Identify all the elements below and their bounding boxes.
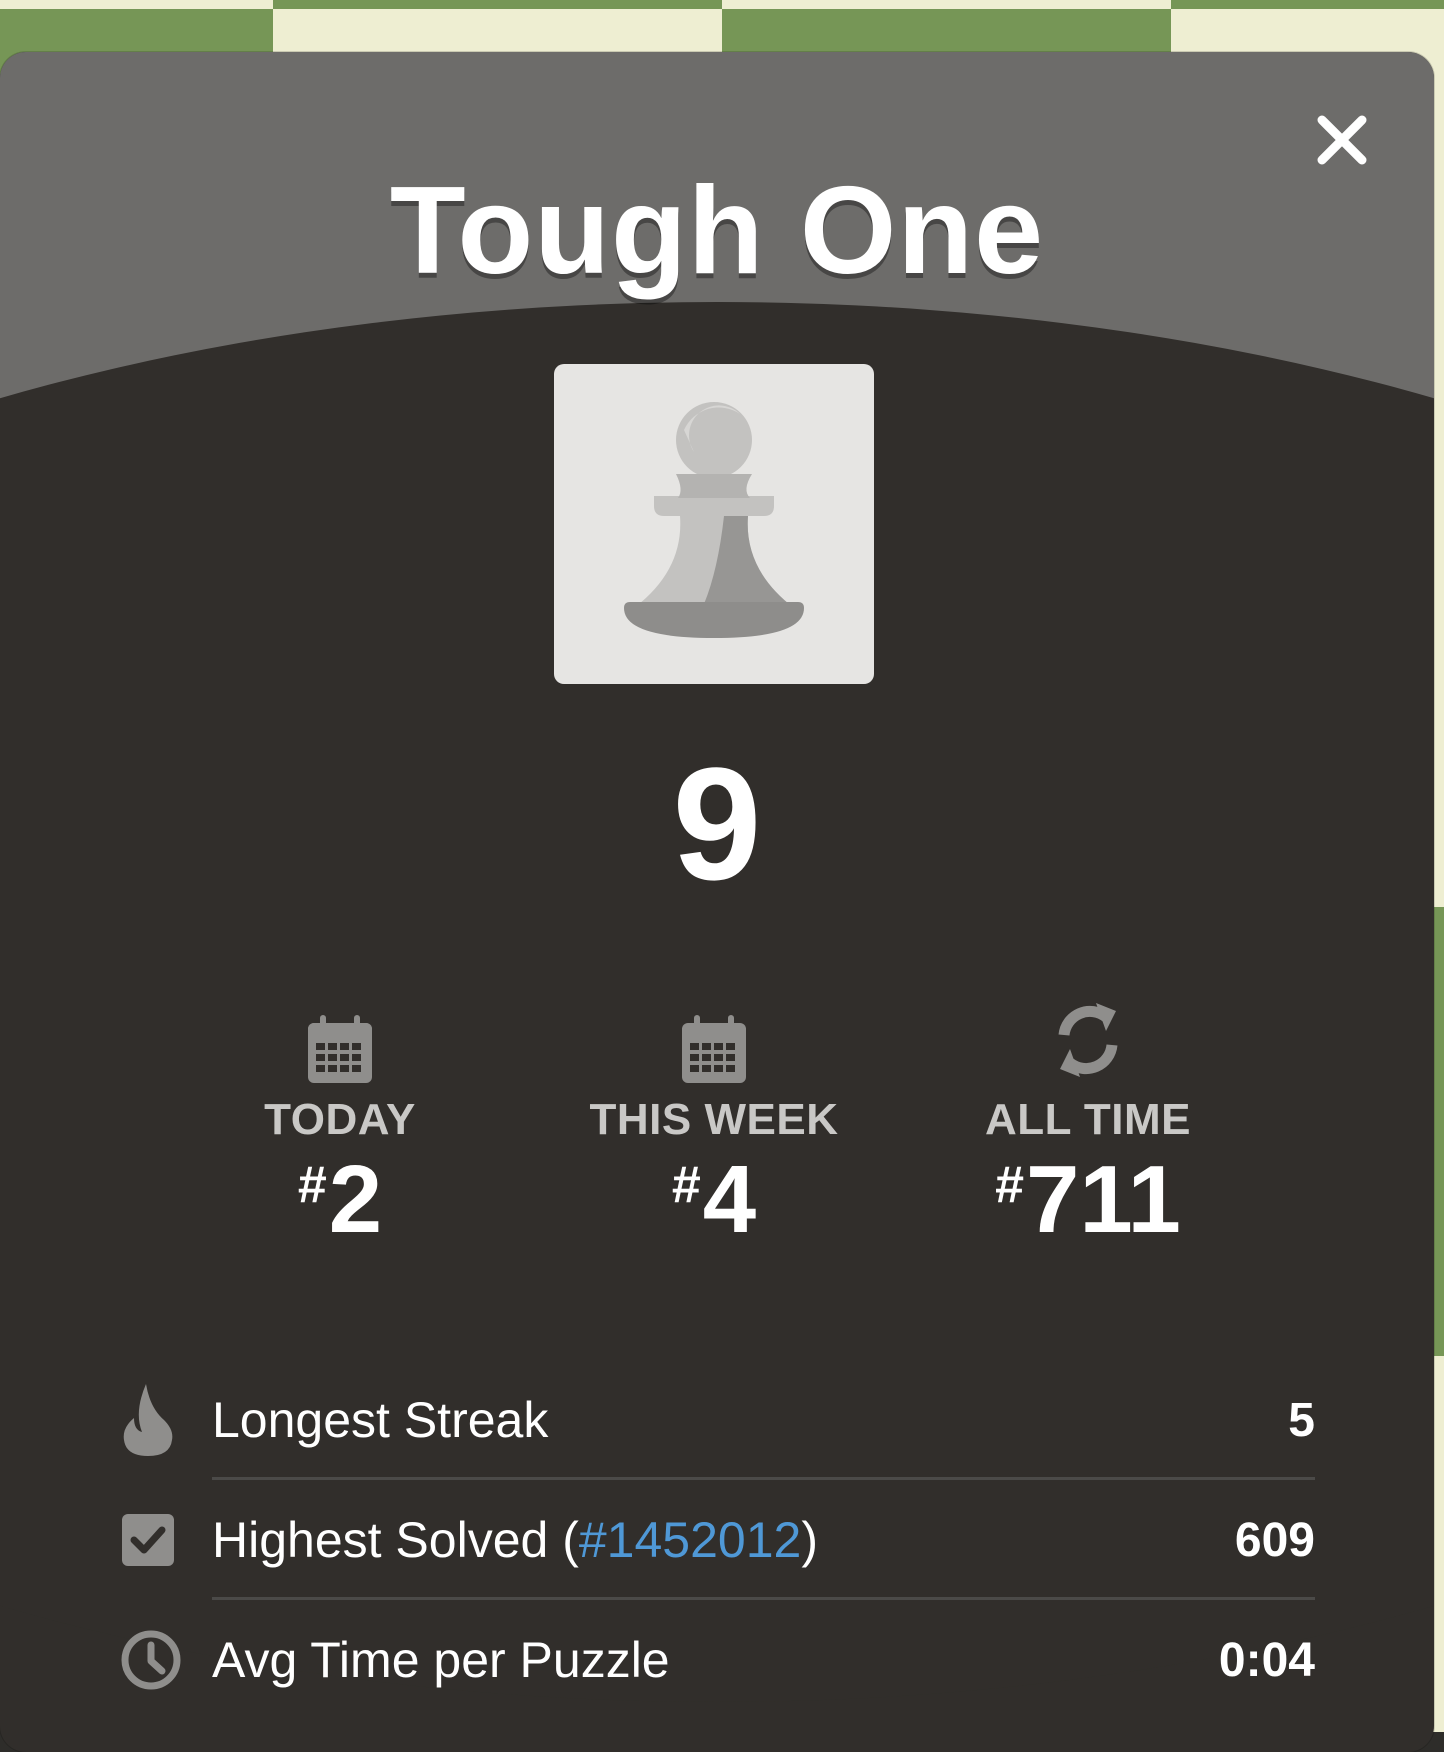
period-label: THIS WEEK [589, 1095, 839, 1144]
close-icon [1317, 115, 1367, 165]
checkbox-icon [122, 1514, 174, 1566]
flame-icon [123, 1384, 173, 1456]
stat-label: Longest Streak [212, 1392, 549, 1448]
period-label: TODAY [264, 1095, 416, 1144]
stat-value: 5 [1288, 1393, 1315, 1447]
puzzle-link[interactable]: #1452012 [579, 1512, 801, 1568]
period-rank: #711 [918, 1147, 1258, 1253]
stat-longest-streak: Longest Streak 5 [120, 1360, 1315, 1480]
calendar-icon [308, 1015, 372, 1083]
period-this-week: THIS WEEK #4 [544, 1007, 884, 1253]
rank-periods: TODAY #2 THIS WEEK #4 ALL TIME #711 [0, 1003, 1434, 1267]
rank-value: 2 [328, 1146, 383, 1253]
hash-symbol: # [671, 1156, 701, 1214]
board-square [273, 0, 722, 9]
stat-label-prefix: Highest Solved ( [212, 1512, 579, 1568]
clock-icon [121, 1630, 181, 1690]
pawn-icon [624, 402, 804, 638]
board-square [722, 0, 1171, 9]
stat-value: 0:04 [1218, 1633, 1315, 1687]
rank-value: 4 [702, 1146, 757, 1253]
refresh-icon [1058, 1003, 1118, 1077]
stat-value: 609 [1234, 1513, 1315, 1567]
period-label: ALL TIME [984, 1095, 1192, 1144]
stat-highest-solved: Highest Solved (#1452012) 609 [120, 1480, 1315, 1600]
rank-value: 711 [1026, 1146, 1181, 1253]
hash-symbol: # [297, 1156, 327, 1214]
pawn-badge [554, 364, 874, 684]
modal-title: Tough One [389, 162, 1045, 300]
puzzle-score: 9 [672, 734, 762, 913]
stat-label: Avg Time per Puzzle [212, 1632, 670, 1688]
period-all-time: ALL TIME #711 [918, 1003, 1258, 1253]
period-rank: #2 [170, 1147, 510, 1253]
stat-avg-time: Avg Time per Puzzle 0:04 [120, 1600, 1315, 1720]
stat-label: Highest Solved (#1452012) [212, 1511, 1235, 1569]
stats-list: Longest Streak 5 Highest Solved (#145201… [120, 1360, 1315, 1720]
period-rank: #4 [544, 1147, 884, 1253]
board-square [0, 0, 273, 9]
puzzle-results-modal: Tough One 9 TODAY #2 THIS WEEK #4 ALL TI… [0, 52, 1434, 1752]
period-today: TODAY #2 [170, 1007, 510, 1253]
stat-label-suffix: ) [801, 1512, 818, 1568]
hash-symbol: # [995, 1156, 1025, 1214]
board-square [1171, 0, 1444, 9]
calendar-icon [682, 1015, 746, 1083]
